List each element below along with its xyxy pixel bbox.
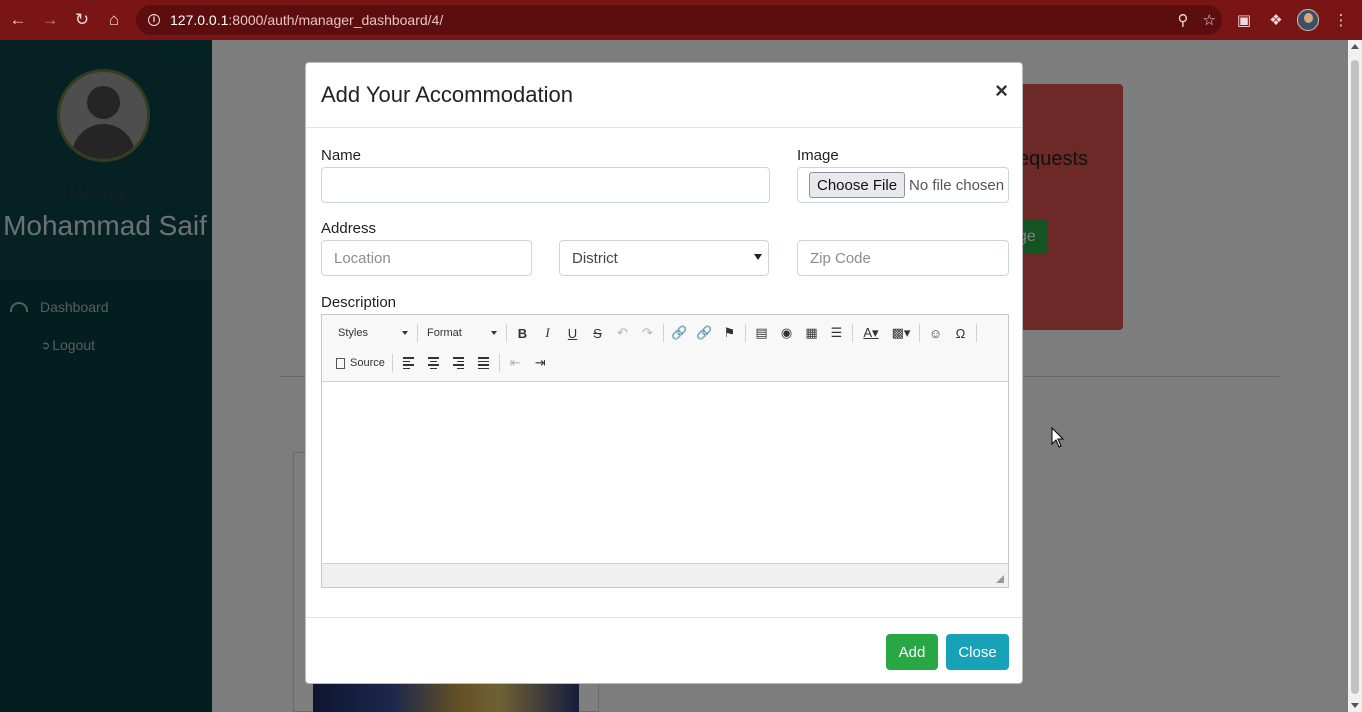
name-label: Name (321, 147, 362, 164)
editor-status-bar (322, 563, 1008, 587)
location-input[interactable]: Location (321, 240, 532, 276)
redo-icon[interactable]: ↷ (635, 322, 660, 344)
page-scrollbar[interactable] (1348, 40, 1362, 712)
add-accommodation-modal: Add Your Accommodation × Name Image Choo… (305, 62, 1023, 684)
unlink-icon[interactable]: 🔗 (692, 322, 717, 344)
district-select[interactable]: District (559, 240, 769, 276)
home-icon[interactable]: ⌂ (98, 4, 130, 36)
name-input[interactable] (321, 167, 770, 203)
choose-file-button[interactable]: Choose File (809, 172, 906, 198)
rich-text-editor: Styles Format B I U S ↶ ↷ 🔗 🔗 ⚑ ▤ ◉ ▦ ☰ … (321, 314, 1009, 588)
justify-icon[interactable] (471, 352, 496, 374)
zip-code-input[interactable]: Zip Code (797, 240, 1009, 276)
editor-toolbar: Styles Format B I U S ↶ ↷ 🔗 🔗 ⚑ ▤ ◉ ▦ ☰ … (322, 315, 1008, 382)
profile-avatar-icon[interactable] (1297, 9, 1319, 31)
modal-footer: Add Close (306, 617, 1022, 684)
close-button[interactable]: Close (946, 634, 1009, 670)
reload-icon[interactable]: ↻ (66, 4, 98, 36)
image-file-input[interactable]: Choose File No file chosen (797, 167, 1009, 203)
bold-icon[interactable]: B (510, 322, 535, 344)
horizontal-rule-icon[interactable]: ☰ (824, 322, 849, 344)
back-arrow-icon[interactable]: ← (2, 4, 34, 36)
underline-icon[interactable]: U (560, 322, 585, 344)
zoom-icon[interactable]: ⚲ (1178, 11, 1189, 29)
anchor-flag-icon[interactable]: ⚑ (717, 322, 742, 344)
strikethrough-icon[interactable]: S (585, 322, 610, 344)
image-icon[interactable]: ▤ (749, 322, 774, 344)
close-icon[interactable]: × (995, 78, 1008, 104)
link-icon[interactable]: 🔗 (667, 322, 692, 344)
forward-arrow-icon[interactable]: → (34, 4, 66, 36)
modal-header: Add Your Accommodation × (306, 63, 1022, 128)
special-char-omega-icon[interactable]: Ω (948, 322, 973, 344)
italic-icon[interactable]: I (535, 322, 560, 344)
undo-icon[interactable]: ↶ (610, 322, 635, 344)
source-label: Source (350, 357, 385, 369)
description-label: Description (321, 294, 397, 311)
url-path: :8000/auth/manager_dashboard/4/ (228, 12, 444, 28)
align-left-icon[interactable] (396, 352, 421, 374)
caret-down-icon (402, 331, 408, 335)
info-icon[interactable]: i (148, 14, 160, 26)
address-label: Address (321, 220, 377, 237)
table-icon[interactable]: ▦ (799, 322, 824, 344)
scroll-down-icon[interactable] (1351, 703, 1359, 708)
background-color-icon[interactable]: ▩▾ (886, 322, 916, 344)
outdent-icon[interactable]: ⇤ (503, 352, 528, 374)
image-label: Image (797, 147, 839, 164)
district-selected: District (572, 249, 618, 267)
menu-kebab-icon[interactable]: ⋮ (1328, 4, 1354, 36)
indent-icon[interactable]: ⇥ (528, 352, 553, 374)
flash-icon[interactable]: ◉ (774, 322, 799, 344)
browser-toolbar: ← → ↻ ⌂ i 127.0.0.1:8000/auth/manager_da… (0, 0, 1362, 40)
format-label: Format (427, 327, 462, 339)
text-color-icon[interactable]: A▾ (856, 322, 886, 344)
bookmark-star-icon[interactable]: ☆ (1203, 11, 1216, 29)
file-status: No file chosen (909, 176, 1005, 194)
align-right-icon[interactable] (446, 352, 471, 374)
resize-grip-icon[interactable] (996, 575, 1004, 583)
styles-dropdown[interactable]: Styles (332, 323, 414, 343)
reading-list-icon[interactable]: ▣ (1231, 4, 1257, 36)
caret-down-icon (491, 331, 497, 335)
add-button[interactable]: Add (886, 634, 938, 670)
modal-title: Add Your Accommodation (321, 82, 573, 107)
smiley-icon[interactable]: ☺ (923, 322, 948, 344)
scrollbar-thumb[interactable] (1351, 60, 1359, 694)
editor-content-area[interactable] (322, 383, 1008, 563)
url-host: 127.0.0.1 (170, 12, 229, 28)
source-button[interactable]: Source (332, 352, 389, 374)
format-dropdown[interactable]: Format (421, 323, 503, 343)
align-center-icon[interactable] (421, 352, 446, 374)
extensions-puzzle-icon[interactable]: ❖ (1263, 4, 1289, 36)
mouse-cursor-icon (1051, 427, 1065, 448)
chevron-down-icon (754, 254, 762, 260)
address-bar[interactable]: i 127.0.0.1:8000/auth/manager_dashboard/… (136, 5, 1222, 35)
document-icon (336, 357, 345, 369)
styles-label: Styles (338, 327, 368, 339)
scroll-up-icon[interactable] (1351, 44, 1359, 49)
